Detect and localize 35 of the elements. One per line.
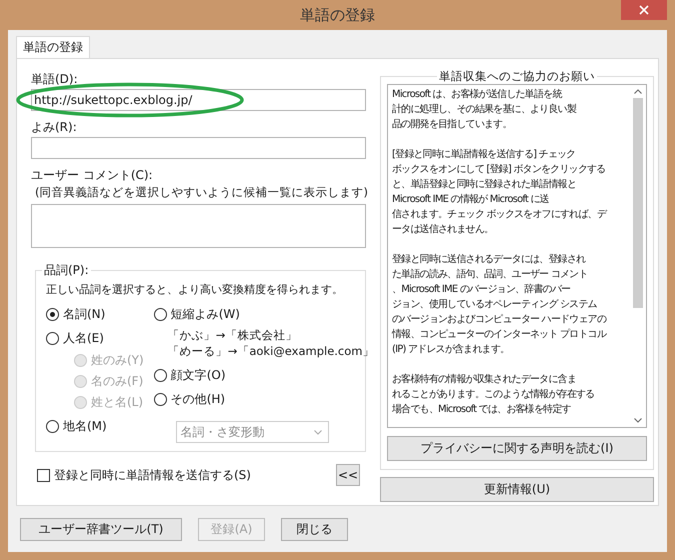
comment-input-field[interactable]: [31, 204, 366, 248]
word-input-field[interactable]: http://sukettopc.exblog.jp/: [31, 89, 366, 111]
info-paragraph: Microsoft は、お客様が送信した単語を統 計的に処理し、その結果を基に、より良い製 品の開発を目指しています。: [392, 88, 578, 132]
group-label: 品詞(P):: [43, 262, 90, 279]
reading-input-field[interactable]: [31, 137, 366, 159]
example-text: 「かぶ」→「株式会社」: [168, 328, 298, 343]
tab[interactable]: 単語の登録: [16, 36, 90, 58]
window-title: 単語の登録: [300, 6, 375, 24]
radio-option[interactable]: 顔文字(O): [154, 367, 374, 383]
info-paragraph: [登録と同時に単語情報を送信する] チェック ボックスをオンにして [登録] ボタンをクリックする と、単語登録と同時に登録された単語情報と Microsoft IME の情報が Microsoft に送 信されます。チェック ボックスをオフにすれば、デ ータは送信されません。: [392, 148, 608, 237]
radio-option[interactable]: 短縮よみ(W): [154, 306, 374, 322]
close-icon: [639, 5, 649, 15]
group-label: 単語収集へのご協力のお願い: [438, 69, 596, 84]
send-checkbox[interactable]: 登録と同時に単語情報を送信する(S): [37, 466, 251, 484]
close-button[interactable]: [621, 0, 667, 20]
info-paragraph: 登録と同時に送信されるデータには、登録され た単語の読み、語句、品詞、ユーザー コメント 、Microsoft IME のバージョン、辞書のバー ジョン、使用しているオペレーティング システム のバージョンおよびコンピューター ハードウェアの 情報、コンピューターのインターネット プロトコル (IP) アドレスが含まれます。: [392, 252, 608, 357]
field-hint: (同音異義語などを選択しやすいように候補一覧に表示します): [35, 185, 366, 200]
radio-option[interactable]: 地名(M): [46, 418, 144, 434]
example-text: 「めーる」→「aoki@example.com」: [168, 344, 374, 359]
chevron-down-icon: [634, 418, 642, 423]
collapse-button[interactable]: <<: [336, 464, 360, 486]
radio-option[interactable]: 名詞(N): [46, 306, 144, 322]
chevron-down-icon: [314, 430, 322, 434]
dialog-button[interactable]: 閉じる: [281, 518, 348, 541]
radio-option[interactable]: その他(H): [154, 391, 374, 407]
field-label: 単語(D):: [31, 71, 78, 87]
chevron-up-icon: [634, 89, 642, 94]
group-description: 正しい品詞を選択すると、より高い変換精度を得られます。: [46, 282, 344, 298]
info-paragraph: お客様特有の情報が収集されたデータに含ま れることがあります。このような情報が存在する 場合でも、Microsoft では、お客様を特定す: [392, 372, 596, 417]
field-label: よみ(R):: [31, 119, 77, 135]
field-label: ユーザー コメント(C):: [31, 167, 153, 183]
privacy-button[interactable]: プライバシーに関する声明を読む(I): [387, 436, 647, 461]
dialog-button[interactable]: ユーザー辞書ツール(T): [20, 518, 182, 541]
radio-option[interactable]: 人名(E): [46, 330, 144, 346]
update-info-button[interactable]: 更新情報(U): [380, 477, 654, 502]
